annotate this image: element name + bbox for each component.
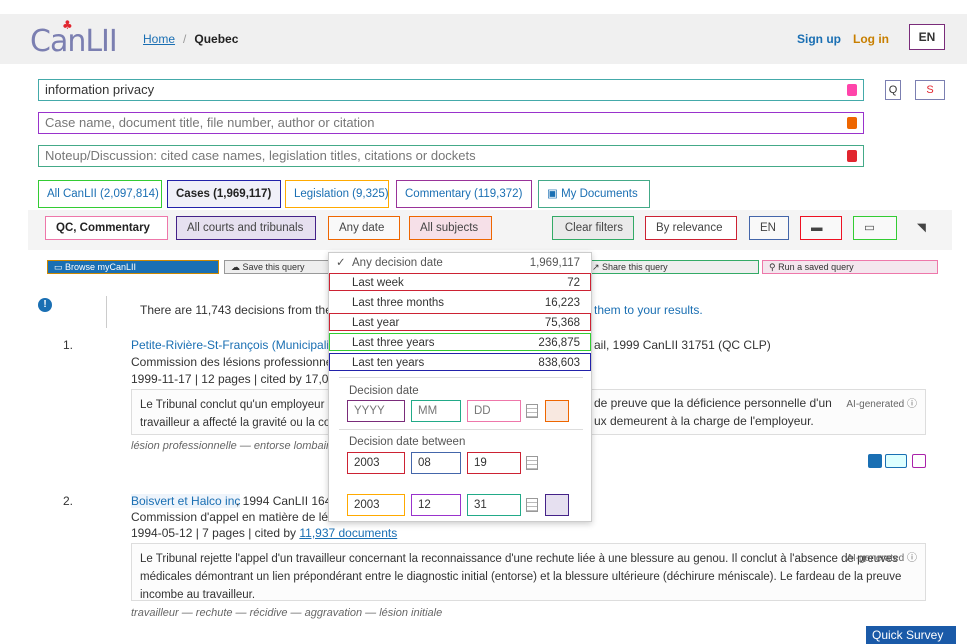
share-query-button[interactable]: ↗ Share this query — [585, 260, 759, 274]
browse-mycanlii-button[interactable]: ▭ Browse myCanLII — [47, 260, 219, 274]
calendar-icon[interactable] — [526, 456, 538, 470]
mail-icon[interactable] — [912, 454, 926, 468]
clear-filters-button[interactable]: Clear filters — [552, 216, 634, 240]
date-filter-dropdown: ✓ Any decision date 1,969,117 Last week 72 … — [328, 252, 592, 522]
scope-filter-button[interactable]: QC, Commentary — [45, 216, 168, 240]
date-option-last-week[interactable]: Last week 72 — [329, 273, 591, 291]
home-icon[interactable] — [868, 454, 882, 468]
courts-filter-button[interactable]: All courts and tribunals — [176, 216, 316, 240]
date-option-last-ten-years[interactable]: Last ten years 838,603 — [329, 353, 591, 371]
date-option-last-year[interactable]: Last year 75,368 — [329, 313, 591, 331]
from-day-input[interactable]: 19 — [467, 452, 521, 474]
decision-date-apply[interactable] — [545, 400, 569, 422]
date-option-any[interactable]: ✓ Any decision date 1,969,117 — [329, 253, 591, 271]
tab-legislation[interactable]: Legislation (9,325) — [285, 180, 389, 208]
notice-link[interactable]: them to your results. — [594, 303, 703, 317]
result-court: Commission des lésions professionnelle — [131, 355, 345, 369]
case-clear-icon[interactable] — [847, 117, 857, 129]
result-meta: 1999-11-17 | 12 pages | cited by 17,0 — [131, 372, 329, 386]
language-filter-button[interactable]: EN — [749, 216, 789, 240]
language-button[interactable]: EN — [909, 24, 945, 50]
cited-count-icon[interactable] — [885, 454, 907, 468]
decision-year-input[interactable]: YYYY — [347, 400, 405, 422]
run-saved-query-button[interactable]: ⚲ Run a saved query — [762, 260, 938, 274]
to-month-input[interactable]: 12 — [411, 494, 461, 516]
list-view-button[interactable]: ▬ — [800, 216, 842, 240]
share-icon: ↗ — [592, 262, 603, 272]
window-icon: ▭ — [864, 222, 875, 234]
result-summary: AI-generated ⓘ Le Tribunal rejette l'app… — [131, 543, 926, 601]
divider — [339, 429, 583, 430]
result-number: 2. — [63, 494, 74, 508]
result-number: 1. — [63, 338, 74, 352]
calendar-icon[interactable] — [526, 498, 538, 512]
breadcrumb: Home / Quebec — [143, 32, 239, 46]
log-in-link[interactable]: Log in — [853, 32, 889, 46]
noteup-clear-icon[interactable] — [847, 150, 857, 162]
decision-month-input[interactable]: MM — [411, 400, 461, 422]
search-button[interactable]: Q — [885, 80, 901, 100]
documents-icon: ▣ — [547, 188, 562, 200]
folder-icon: ▭ — [54, 262, 66, 272]
date-filter-button[interactable]: Any date — [328, 216, 400, 240]
check-icon: ✓ — [336, 257, 346, 269]
summary-tail-2: ux demeurent à la charge de l'employeur. — [594, 414, 814, 428]
search-icon: ⚲ — [769, 262, 779, 272]
sign-up-link[interactable]: Sign up — [797, 32, 841, 46]
breadcrumb-current: Quebec — [194, 32, 239, 46]
tab-cases[interactable]: Cases (1,969,117) — [167, 180, 281, 208]
result-meta: 1994-05-12 | 7 pages | cited by 11,937 d… — [131, 526, 398, 540]
search-options-button[interactable]: S — [915, 80, 945, 100]
noteup-input[interactable]: Noteup/Discussion: cited case names, leg… — [38, 145, 864, 167]
case-name-input[interactable]: Case name, document title, file number, … — [38, 112, 864, 134]
decision-date-between-label: Decision date between — [349, 436, 466, 448]
canlii-logo[interactable]: CanLII ♣ — [30, 18, 118, 59]
main-search-input[interactable]: information privacy — [38, 79, 864, 101]
decision-date-label: Decision date — [349, 385, 419, 397]
date-range-apply[interactable] — [545, 494, 569, 516]
subjects-filter-button[interactable]: All subjects — [409, 216, 492, 240]
calendar-icon[interactable] — [526, 404, 538, 418]
result-title-link[interactable]: Petite-Rivière-St-François (Municipalité… — [131, 338, 349, 352]
to-day-input[interactable]: 31 — [467, 494, 521, 516]
to-year-input[interactable]: 2003 — [347, 494, 405, 516]
result-keywords: travailleur — rechute — récidive — aggra… — [131, 607, 443, 619]
tab-all-canlii[interactable]: All CanLII (2,097,814) — [38, 180, 162, 208]
cloud-upload-icon: ☁ — [231, 262, 243, 272]
list-icon: ▬ — [811, 222, 823, 234]
result-citation: ail, 1999 CanLII 31751 (QC CLP) — [594, 338, 771, 352]
date-option-last-three-years[interactable]: Last three years 236,875 — [329, 333, 591, 351]
ai-generated-label[interactable]: AI-generated ⓘ — [846, 550, 917, 568]
notice-text: There are 11,743 decisions from the S — [140, 303, 344, 317]
divider — [339, 377, 583, 378]
summary-tail-1: de preuve que la déficience personnelle … — [594, 396, 832, 410]
ai-generated-label[interactable]: AI-generated ⓘ — [846, 396, 917, 414]
result-title-link[interactable]: Boisvert et Halco inc — [131, 494, 241, 508]
tab-commentary[interactable]: Commentary (119,372) — [396, 180, 532, 208]
quick-survey-button[interactable]: Quick Survey — [866, 626, 956, 644]
breadcrumb-home-link[interactable]: Home — [143, 32, 175, 46]
from-year-input[interactable]: 2003 — [347, 452, 405, 474]
tab-my-documents[interactable]: ▣ My Documents — [538, 180, 650, 208]
rss-icon: ◥ — [917, 222, 926, 234]
sort-button[interactable]: By relevance — [645, 216, 737, 240]
decision-day-input[interactable]: DD — [467, 400, 521, 422]
result-keywords: lésion professionnelle — entorse lombair… — [131, 440, 336, 452]
divider — [106, 296, 107, 328]
result-court: Commission d'appel en matière de lésio — [131, 510, 344, 524]
info-circle-icon: ⓘ — [907, 399, 917, 410]
rss-button[interactable]: ◥ — [912, 216, 932, 240]
date-option-last-three-months[interactable]: Last three months 16,223 — [329, 293, 591, 311]
maple-leaf-icon: ♣ — [62, 18, 73, 32]
info-icon: ! — [38, 298, 52, 312]
info-circle-icon: ⓘ — [907, 553, 917, 564]
cited-by-link[interactable]: 11,937 documents — [299, 526, 397, 540]
search-clear-icon[interactable] — [847, 84, 857, 96]
from-month-input[interactable]: 08 — [411, 452, 461, 474]
grid-view-button[interactable]: ▭ — [853, 216, 897, 240]
